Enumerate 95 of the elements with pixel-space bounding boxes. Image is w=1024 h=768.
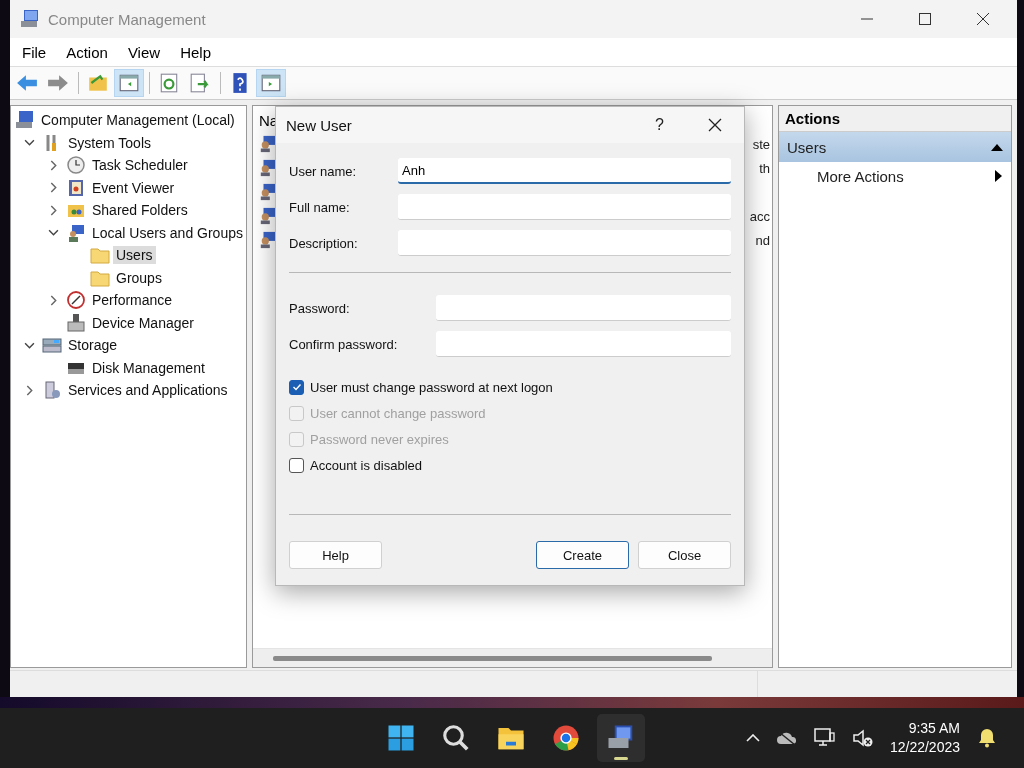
menu-item[interactable]: Help (170, 43, 221, 61)
input-field[interactable] (398, 194, 731, 220)
tree-item[interactable]: Performance (89, 291, 176, 310)
field-label: Confirm password: (289, 336, 399, 352)
user-icon (259, 230, 277, 250)
clock-icon (66, 155, 86, 176)
tree-item[interactable]: Event Viewer (89, 178, 178, 197)
user-icon (259, 182, 277, 202)
browser-icon (551, 723, 581, 753)
menu-item[interactable]: View (117, 43, 171, 61)
check-icon (291, 382, 302, 392)
checkbox[interactable] (289, 379, 304, 395)
input-field[interactable] (436, 331, 731, 357)
panel-icon (118, 72, 140, 94)
dialog-button[interactable]: Close (638, 541, 731, 569)
expand-chevron-icon[interactable] (48, 294, 59, 306)
expand-chevron-icon[interactable] (48, 182, 59, 194)
table-cell-text: acc (749, 208, 771, 224)
scrollbar-thumb[interactable] (273, 655, 712, 661)
window-title: Computer Management (48, 10, 206, 28)
menu-item[interactable]: File (12, 43, 57, 61)
device-icon (66, 312, 86, 333)
section-header[interactable]: Users (779, 132, 1011, 162)
scrollbar[interactable] (253, 648, 772, 667)
close-icon[interactable] (977, 13, 989, 25)
tree-item[interactable]: Groups (113, 268, 165, 287)
chevron-up-icon[interactable] (745, 734, 760, 742)
tree-item[interactable]: Storage (65, 336, 121, 355)
close-icon[interactable] (708, 118, 722, 132)
checkbox-label: Password never expires (310, 431, 449, 447)
tree-item[interactable]: Task Scheduler (89, 156, 191, 175)
expand-chevron-icon[interactable] (48, 204, 59, 216)
computer-icon (15, 110, 35, 131)
table-cell-text: ste (752, 136, 771, 152)
users-icon (66, 222, 86, 243)
collapse-arrow-icon (991, 143, 1003, 151)
tree-item[interactable]: Local Users and Groups (89, 223, 246, 242)
dialog-button[interactable]: Help (289, 541, 382, 569)
input-field[interactable]: Anh (398, 158, 731, 184)
export-icon (189, 72, 211, 94)
table-cell-text: nd (755, 232, 771, 248)
collapse-chevron-icon[interactable] (24, 137, 35, 149)
clock-time: 9:35 AM (908, 719, 960, 738)
action-item[interactable]: More Actions (779, 162, 1011, 190)
tree-item[interactable]: Users (113, 246, 156, 265)
refresh-icon (158, 72, 180, 94)
gauge-icon (66, 290, 86, 311)
table-cell-text: th (759, 160, 771, 176)
help-button[interactable]: ? (651, 116, 668, 134)
tree-item[interactable]: Services and Applications (65, 381, 231, 400)
log-icon (66, 177, 86, 198)
checkbox-label: User cannot change password (310, 405, 486, 421)
computer-icon (20, 9, 40, 29)
clock-date: 12/22/2023 (889, 738, 960, 757)
speaker-muted-icon[interactable] (851, 728, 874, 748)
tree-item[interactable]: Computer Management (Local) (38, 111, 238, 130)
user-icon (259, 134, 277, 154)
collapse-chevron-icon[interactable] (48, 227, 59, 239)
menu-item[interactable]: Action (56, 43, 118, 61)
folder-icon (90, 245, 110, 266)
network-icon[interactable] (813, 728, 836, 748)
maximize-icon[interactable] (919, 13, 931, 25)
field-label: Description: (289, 235, 359, 251)
tree-item[interactable]: Shared Folders (89, 201, 191, 220)
folder-icon (87, 72, 109, 94)
field-label: Full name: (289, 199, 351, 215)
field-label: Password: (289, 300, 351, 316)
tree-item[interactable]: Device Manager (89, 313, 197, 332)
submenu-arrow-icon (995, 170, 1003, 182)
taskbar-button[interactable] (597, 714, 645, 762)
expand-chevron-icon[interactable] (48, 159, 59, 171)
windows-logo-icon (386, 723, 416, 753)
clock[interactable]: 9:35 AM 12/22/2023 (889, 719, 960, 757)
server-icon (42, 380, 62, 401)
bell-icon[interactable] (976, 728, 998, 748)
toolbar-button[interactable] (256, 69, 286, 97)
search-icon (441, 723, 471, 753)
toolbar-button[interactable] (114, 69, 144, 97)
user-icon (259, 158, 277, 178)
expand-chevron-icon[interactable] (24, 384, 35, 396)
user-icon (259, 206, 277, 226)
checkbox[interactable] (289, 457, 304, 473)
tree-item[interactable]: System Tools (65, 133, 154, 152)
panel-icon (260, 72, 282, 94)
dialog-title: New User (286, 116, 352, 134)
input-field[interactable] (436, 295, 731, 321)
checkbox-label: Account is disabled (310, 457, 422, 473)
field-label: User name: (289, 163, 358, 179)
input-field[interactable] (398, 230, 731, 256)
dialog-button[interactable]: Create (536, 541, 629, 569)
pane-header: Actions (779, 106, 1011, 132)
storage-icon (42, 335, 62, 356)
checkbox-label: User must change password at next logon (310, 379, 553, 395)
running-indicator (614, 757, 628, 760)
tree-item[interactable]: Disk Management (89, 358, 208, 377)
